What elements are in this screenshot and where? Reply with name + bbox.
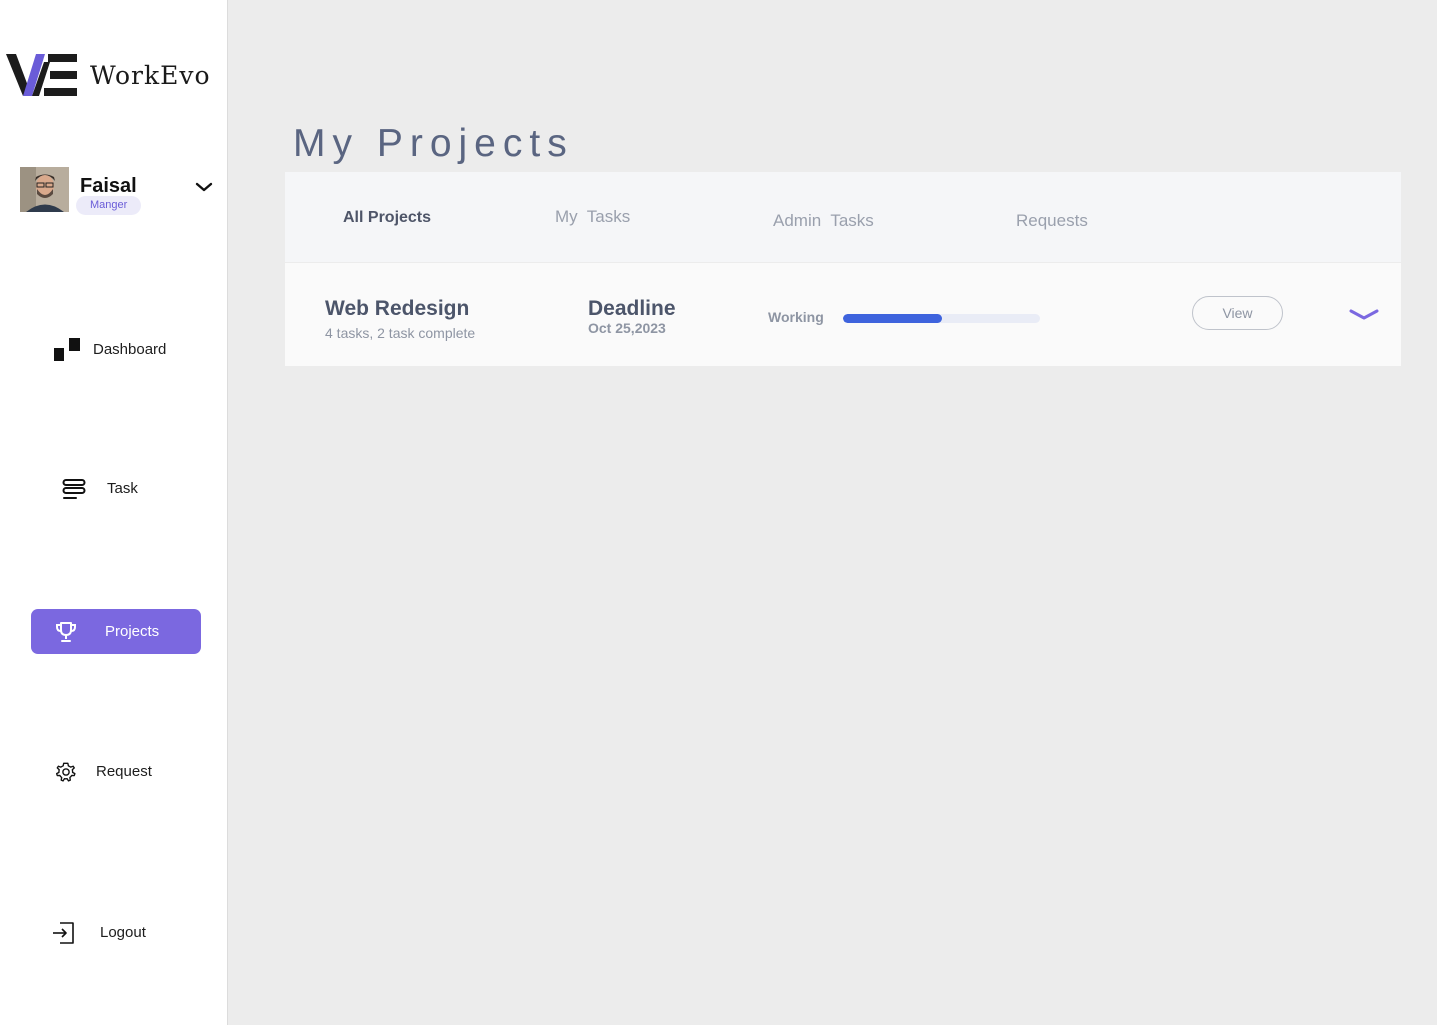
sidebar-item-request[interactable]: Request — [31, 749, 201, 794]
logout-icon — [52, 921, 76, 945]
sidebar-item-dashboard[interactable]: Dashboard — [31, 327, 201, 372]
sidebar: WorkEvo Faisal Manger Dashboard Task Pro… — [0, 0, 228, 1025]
tab-requests[interactable]: Requests — [1016, 211, 1088, 231]
chevron-down-icon[interactable] — [194, 180, 214, 194]
progress-fill — [843, 314, 942, 323]
gear-icon — [55, 761, 77, 783]
project-tabs: All Projects My Tasks Admin Tasks Reques… — [285, 172, 1401, 262]
sidebar-item-label: Projects — [105, 623, 160, 640]
tab-admin-tasks[interactable]: Admin Tasks — [773, 211, 874, 231]
task-list-icon — [62, 478, 86, 500]
sidebar-item-task[interactable]: Task — [31, 466, 201, 511]
sidebar-item-label: Request — [96, 763, 152, 780]
projects-panel: All Projects My Tasks Admin Tasks Reques… — [285, 172, 1401, 366]
brand-name: WorkEvo — [90, 60, 211, 90]
user-name: Faisal — [80, 175, 137, 197]
project-status: Working — [768, 309, 824, 325]
page-title: My Projects — [293, 122, 574, 166]
role-badge: Manger — [76, 196, 142, 215]
tab-all-projects[interactable]: All Projects — [343, 209, 431, 227]
brand-logo[interactable]: WorkEvo — [6, 52, 211, 98]
project-summary: 4 tasks, 2 task complete — [325, 325, 476, 341]
deadline-label: Deadline — [588, 297, 676, 320]
trophy-icon — [55, 621, 77, 643]
sidebar-item-logout[interactable]: Logout — [31, 910, 201, 955]
sidebar-item-label: Dashboard — [93, 341, 167, 358]
avatar — [20, 167, 69, 212]
project-row[interactable]: Web Redesign 4 tasks, 2 task complete De… — [285, 262, 1401, 366]
sidebar-item-label: Task — [107, 480, 138, 497]
view-button[interactable]: View — [1192, 296, 1283, 330]
deadline-date: Oct 25,2023 — [588, 320, 666, 336]
sidebar-item-projects[interactable]: Projects — [31, 609, 201, 654]
dashboard-icon — [53, 338, 81, 362]
chevron-down-icon[interactable] — [1349, 307, 1379, 323]
user-profile[interactable]: Faisal Manger — [20, 167, 220, 217]
workevo-logo-icon — [6, 54, 77, 96]
project-name: Web Redesign — [325, 297, 470, 320]
progress-bar — [843, 314, 1040, 323]
sidebar-item-label: Logout — [100, 924, 146, 941]
tab-my-tasks[interactable]: My Tasks — [555, 207, 630, 227]
